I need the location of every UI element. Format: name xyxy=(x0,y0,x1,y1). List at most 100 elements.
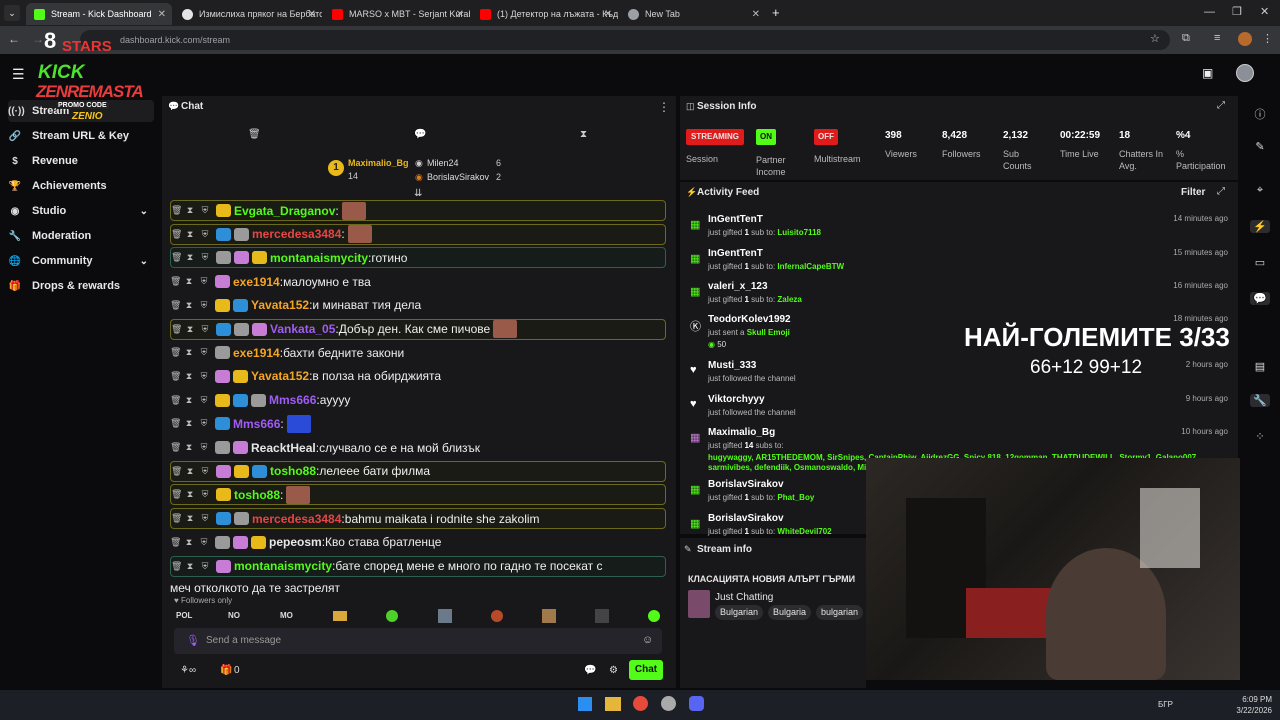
url-field[interactable]: dashboard.kick.com/stream xyxy=(80,30,1170,50)
ban-icon[interactable]: ⛨ xyxy=(200,300,208,311)
emote-mo[interactable]: MO xyxy=(280,611,293,620)
hamburger-menu-icon[interactable]: ☰ xyxy=(12,66,25,83)
ban-icon[interactable]: ⛨ xyxy=(201,466,209,477)
info-icon[interactable]: ⓘ xyxy=(1250,106,1270,122)
emote-no[interactable]: NO xyxy=(228,611,240,620)
studio-camera-icon[interactable]: ▣ xyxy=(1202,66,1213,80)
tab-new-tab[interactable]: New Tab ✕ xyxy=(620,3,766,25)
ban-icon[interactable]: ⛨ xyxy=(200,276,208,287)
activity-target[interactable]: Skull Emoji xyxy=(747,328,790,337)
emote-box[interactable] xyxy=(333,611,347,621)
chat-username[interactable]: Evgata_Draganov xyxy=(234,204,335,218)
send-chat-button[interactable]: Chat xyxy=(629,660,663,680)
mic-icon[interactable]: 🎙 xyxy=(186,634,200,647)
timeout-icon[interactable]: ⧗ xyxy=(186,513,194,524)
delete-message-icon[interactable]: 🗑 xyxy=(170,300,181,311)
sidebar-item-revenue[interactable]: $ Revenue xyxy=(8,150,154,172)
emote-green[interactable] xyxy=(386,610,398,622)
minimize-icon[interactable]: — xyxy=(1204,6,1215,18)
sidebar-item-studio[interactable]: ◉ Studio ⌄ xyxy=(8,200,154,222)
emote-dog[interactable] xyxy=(542,609,556,623)
activity-username[interactable]: valeri_x_123 xyxy=(708,281,1228,292)
timeout-icon[interactable]: ⧗ xyxy=(186,252,194,263)
ban-icon[interactable]: ⛨ xyxy=(200,395,208,406)
chat-menu-icon[interactable]: ⋮ xyxy=(658,100,670,114)
timeout-icon[interactable]: ⧗ xyxy=(185,395,193,406)
close-tab-icon[interactable]: ✕ xyxy=(456,9,464,20)
close-tab-icon[interactable]: ✕ xyxy=(752,9,760,20)
chat-username[interactable]: Vankata_05 xyxy=(270,322,335,336)
trash-icon[interactable]: 🗑 xyxy=(248,129,261,140)
ban-icon[interactable]: ⛨ xyxy=(200,347,208,358)
layers-icon[interactable]: ▤ xyxy=(1250,360,1270,373)
ban-icon[interactable]: ⛨ xyxy=(200,537,208,548)
delete-message-icon[interactable]: 🗑 xyxy=(171,229,182,240)
timeout-icon[interactable]: ⧗ xyxy=(186,489,194,500)
close-tab-icon[interactable]: ✕ xyxy=(158,9,166,20)
edit-icon[interactable]: ✎ xyxy=(1250,140,1270,153)
timeout-icon[interactable]: ⧗ xyxy=(186,205,194,216)
delete-message-icon[interactable]: 🗑 xyxy=(170,276,181,287)
delete-message-icon[interactable]: 🗑 xyxy=(171,466,182,477)
sidebar-item-achievements[interactable]: 🏆 Achievements xyxy=(8,175,154,197)
activity-username[interactable]: InGentTenT xyxy=(708,214,1228,225)
activity-username[interactable]: InGentTenT xyxy=(708,248,1228,259)
bookmark-star-icon[interactable]: ☆ xyxy=(1150,32,1160,45)
maximize-icon[interactable]: ❐ xyxy=(1232,5,1242,18)
delete-message-icon[interactable]: 🗑 xyxy=(170,395,181,406)
lightning-icon[interactable]: ⚡ xyxy=(1250,220,1270,233)
chat-username[interactable]: mercedesa3484 xyxy=(252,227,341,241)
chat-emote-icon[interactable]: 💬 xyxy=(584,665,596,676)
tools-icon[interactable]: 🔧 xyxy=(1250,394,1270,407)
chat-username[interactable]: Yavata152 xyxy=(251,298,309,312)
chat-rail-icon[interactable]: 💬 xyxy=(1250,292,1270,305)
emote-pol[interactable]: POL xyxy=(176,611,192,620)
delete-message-icon[interactable]: 🗑 xyxy=(170,347,181,358)
activity-username[interactable]: Musti_333 xyxy=(708,360,1228,371)
chat-username[interactable]: exe1914 xyxy=(233,275,280,289)
chat-mode-icon[interactable]: 💬 xyxy=(414,129,426,140)
close-tab-icon[interactable]: ✕ xyxy=(308,9,316,20)
chat-username[interactable]: tosho88 xyxy=(234,488,280,502)
browser-menu-icon[interactable]: ⋮ xyxy=(1262,32,1273,45)
chat-username[interactable]: tosho88 xyxy=(270,464,316,478)
emoji-picker-icon[interactable]: ☺ xyxy=(642,634,653,646)
chat-username[interactable]: montanaismycity xyxy=(234,559,332,573)
language-indicator[interactable]: БГР xyxy=(1158,700,1173,709)
ban-icon[interactable]: ⛨ xyxy=(201,513,209,524)
timeout-icon[interactable]: ⧗ xyxy=(185,537,193,548)
chat-username[interactable]: exe1914 xyxy=(233,346,280,360)
media-icon[interactable]: ≡ xyxy=(1214,32,1220,44)
delete-message-icon[interactable]: 🗑 xyxy=(171,513,182,524)
popout-icon[interactable]: ⤢ xyxy=(1217,100,1225,111)
popout-icon[interactable]: ⤢ xyxy=(1217,186,1225,197)
timeout-icon[interactable]: ⧗ xyxy=(185,300,193,311)
activity-username[interactable]: Maximalio_Bg xyxy=(708,427,1228,438)
timeout-icon[interactable]: ⧗ xyxy=(185,276,193,287)
delete-message-icon[interactable]: 🗑 xyxy=(171,489,182,500)
sidebar-item-moderation[interactable]: 🔧 Moderation xyxy=(8,225,154,247)
activity-target[interactable]: Zaleza xyxy=(777,295,801,304)
emote-face[interactable] xyxy=(438,609,452,623)
sidebar-item-community[interactable]: 🌐 Community ⌄ xyxy=(8,250,154,272)
tag-chip[interactable]: Bulgaria xyxy=(768,605,812,620)
tab-kick-dashboard[interactable]: Stream - Kick Dashboard ✕ xyxy=(26,3,172,25)
tab-youtube-2[interactable]: (1) Детектор на лъжата - Къде ✕ xyxy=(472,3,618,25)
user-avatar[interactable] xyxy=(1236,64,1254,82)
close-window-icon[interactable]: ✕ xyxy=(1260,5,1269,18)
ban-icon[interactable]: ⛨ xyxy=(200,442,208,453)
timeout-icon[interactable]: ⧗ xyxy=(186,561,194,572)
timeout-icon[interactable]: ⧗ xyxy=(185,442,193,453)
multistream-badge[interactable]: OFF xyxy=(814,129,838,145)
chat-username[interactable]: pepeosm xyxy=(269,535,322,549)
timeout-icon[interactable]: ⧗ xyxy=(185,347,193,358)
ban-icon[interactable]: ⛨ xyxy=(201,324,209,335)
windows-start-icon[interactable] xyxy=(578,697,592,711)
file-explorer-icon[interactable] xyxy=(605,697,621,711)
chat-username[interactable]: mercedesa3484 xyxy=(252,512,341,526)
tag-chip[interactable]: bulgarian xyxy=(816,605,864,620)
profile-avatar-icon[interactable] xyxy=(1238,32,1252,46)
delete-message-icon[interactable]: 🗑 xyxy=(171,561,182,572)
slow-mode-hourglass-icon[interactable]: ⧗ xyxy=(580,129,587,140)
partner-income-badge[interactable]: ON xyxy=(756,129,776,145)
